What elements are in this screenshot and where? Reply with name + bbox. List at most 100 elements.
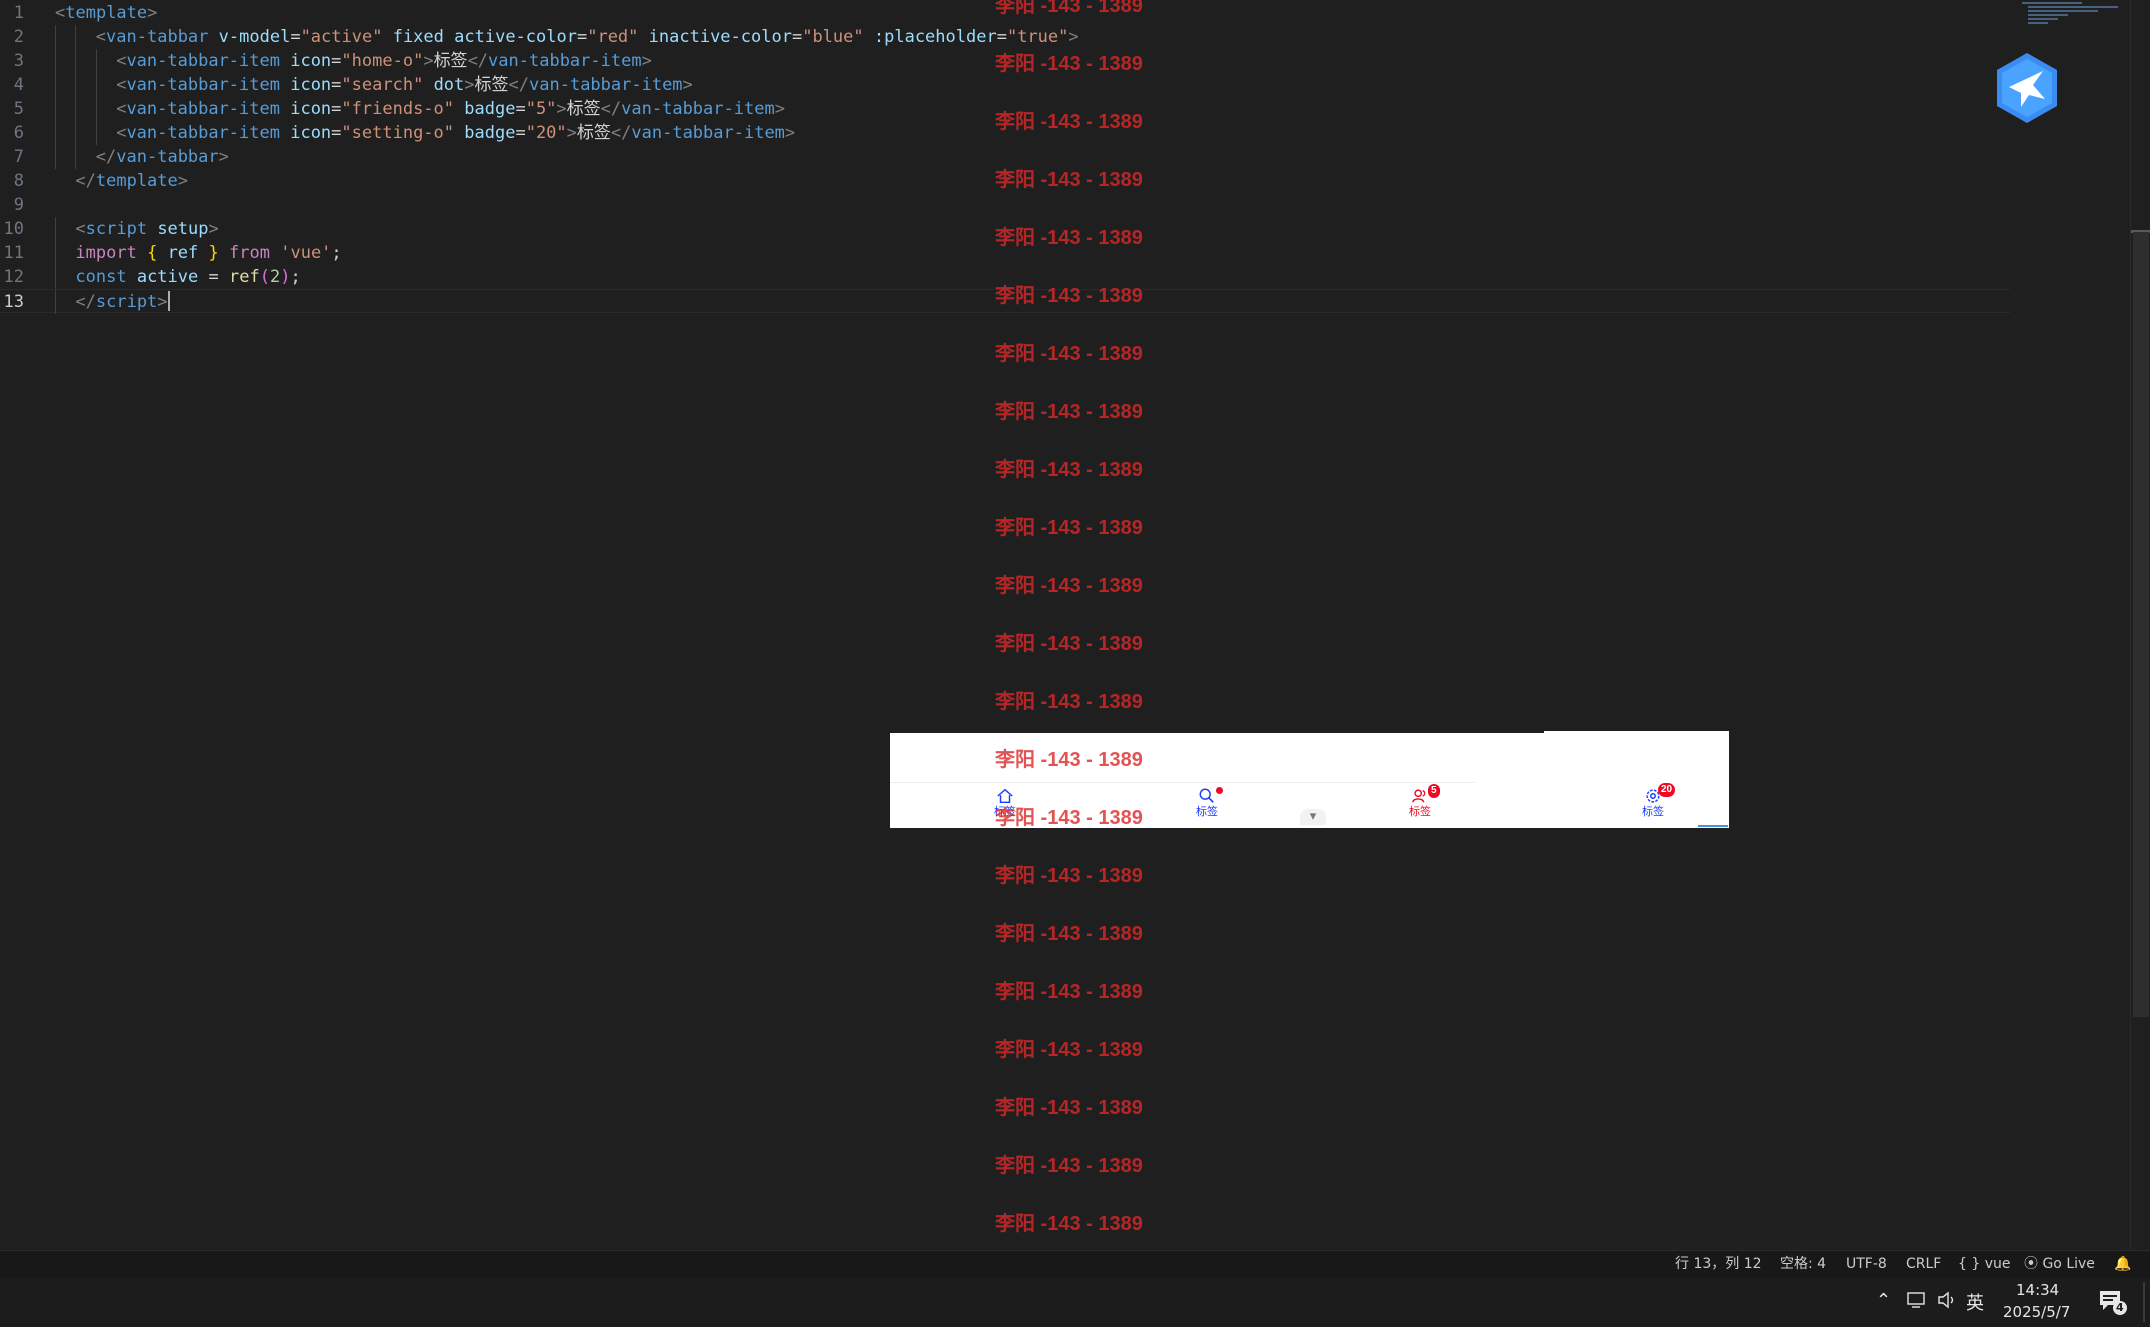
tab-friends[interactable]: 5 标签 [1385, 783, 1455, 823]
bird-app-icon[interactable] [1993, 51, 2061, 125]
code-token: </ [75, 171, 96, 191]
code-token: van-tabbar-item [126, 75, 280, 95]
clock-date[interactable]: 2025/5/7 [2003, 1303, 2070, 1321]
code-token: "search" [341, 75, 424, 95]
line-number: 11 [3, 243, 24, 263]
indentation-setting[interactable]: 空格: 4 [1780, 1251, 1826, 1278]
code-token: > [774, 99, 785, 119]
code-content: <script setup> [75, 217, 218, 241]
code-line[interactable]: 10 <script setup> [0, 217, 2010, 241]
vertical-scrollbar[interactable] [2130, 0, 2150, 1250]
code-line[interactable]: 2 <van-tabbar v-model="active" fixed acti… [0, 25, 2010, 49]
encoding-setting[interactable]: UTF-8 [1846, 1251, 1887, 1278]
code-token: < [116, 75, 127, 95]
code-token: < [116, 123, 127, 143]
chevron-up-icon[interactable]: ⌃ [1876, 1290, 1891, 1311]
windows-taskbar: ⌃ 英 14:34 2025/5/7 4 [0, 1278, 2150, 1327]
line-number: 3 [13, 51, 24, 71]
code-line[interactable]: 5 <van-tabbar-item icon="friends-o" badge… [0, 97, 2010, 121]
code-line[interactable]: 13 </script> [0, 289, 2010, 314]
code-token: 标签 [576, 123, 611, 143]
volume-icon[interactable] [1936, 1290, 1958, 1314]
code-line[interactable]: 8 </template> [0, 169, 2010, 193]
code-token: icon [290, 51, 332, 71]
status-bar: 行 13，列 12 空格: 4 UTF-8 CRLF { } vue ⦿ Go … [0, 1250, 2150, 1278]
code-token: active [136, 267, 199, 287]
code-line[interactable]: 7 </van-tabbar> [0, 145, 2010, 169]
code-line[interactable]: 11 import { ref } from 'vue'; [0, 241, 2010, 265]
code-token: "friends-o" [341, 99, 455, 119]
code-token: } [208, 243, 219, 263]
language-mode[interactable]: { } vue [1958, 1251, 2011, 1278]
bell-icon[interactable]: 🔔 [2114, 1251, 2131, 1278]
code-token: < [55, 3, 66, 23]
code-token: :placeholder [873, 27, 997, 47]
code-token: > [556, 99, 567, 119]
indent-guide [55, 25, 56, 49]
tab-home[interactable]: 标签 [970, 783, 1040, 823]
eol-setting[interactable]: CRLF [1906, 1251, 1941, 1278]
indent-guide [95, 73, 97, 97]
code-line[interactable]: 12 const active = ref(2); [0, 265, 2010, 289]
code-line[interactable]: 3 <van-tabbar-item icon="home-o">标签</van-… [0, 49, 2010, 73]
cursor-position[interactable]: 行 13，列 12 [1675, 1251, 1762, 1278]
code-token: = [198, 267, 229, 287]
code-token: </ [508, 75, 530, 95]
input-method-indicator[interactable]: 英 [1966, 1289, 1984, 1315]
code-token: 2 [269, 267, 281, 287]
tab-setting[interactable]: 20 标签 [1618, 783, 1688, 823]
go-live-label: Go Live [2042, 1256, 2095, 1272]
code-token: import [75, 243, 137, 263]
indent-guide [95, 121, 97, 145]
code-line[interactable]: 9 [0, 193, 2010, 217]
code-token: </ [75, 292, 96, 312]
tab-search[interactable]: 标签 [1172, 783, 1242, 823]
indent-guide [55, 241, 56, 265]
language-mode-label: vue [1984, 1256, 2011, 1272]
code-token: < [116, 99, 127, 119]
preview-accent-underline [1698, 825, 1728, 827]
network-icon[interactable] [1906, 1290, 1928, 1314]
code-token: van-tabbar-item [126, 99, 280, 119]
code-line[interactable]: 4 <van-tabbar-item icon="search" dot>标签</… [0, 73, 2010, 97]
chevron-down-icon[interactable]: ▾ [1300, 809, 1326, 825]
go-live-button[interactable]: ⦿ Go Live [2024, 1251, 2095, 1278]
indent-guide [55, 73, 56, 97]
code-token: van-tabbar-item [488, 51, 642, 71]
code-token: badge [464, 99, 516, 119]
indent-guide [75, 121, 77, 145]
code-line[interactable]: 1 <template> [0, 1, 2010, 25]
code-token: ref [167, 243, 199, 263]
code-token: "20" [525, 123, 567, 143]
code-token: > [682, 75, 693, 95]
line-number: 2 [13, 27, 24, 47]
code-line[interactable]: 6 <van-tabbar-item icon="setting-o" badge… [0, 121, 2010, 145]
code-token: > [218, 147, 229, 167]
home-o-icon [997, 788, 1013, 804]
code-token: "5" [525, 99, 557, 119]
code-token: icon [290, 75, 332, 95]
clock-time[interactable]: 14:34 [2016, 1281, 2059, 1299]
code-token: "setting-o" [341, 123, 455, 143]
code-content: <template> [55, 1, 157, 25]
scrollbar-thumb[interactable] [2133, 232, 2149, 1017]
indent-guide [55, 145, 56, 169]
code-token: = [515, 123, 526, 143]
code-token: from [229, 243, 270, 263]
minimap[interactable] [2022, 0, 2122, 30]
code-token: script [95, 292, 158, 312]
code-editor[interactable]: 1 <template> 2 <van-tabbar v-model="active"… [0, 0, 2130, 1250]
indent-guide [75, 25, 77, 49]
show-desktop-button[interactable] [2143, 1282, 2145, 1322]
line-number: 5 [13, 99, 24, 119]
search-icon [1199, 788, 1214, 803]
braces-icon: { } [1958, 1256, 1981, 1272]
code-token: v-model [218, 27, 291, 47]
code-token: = [331, 51, 342, 71]
